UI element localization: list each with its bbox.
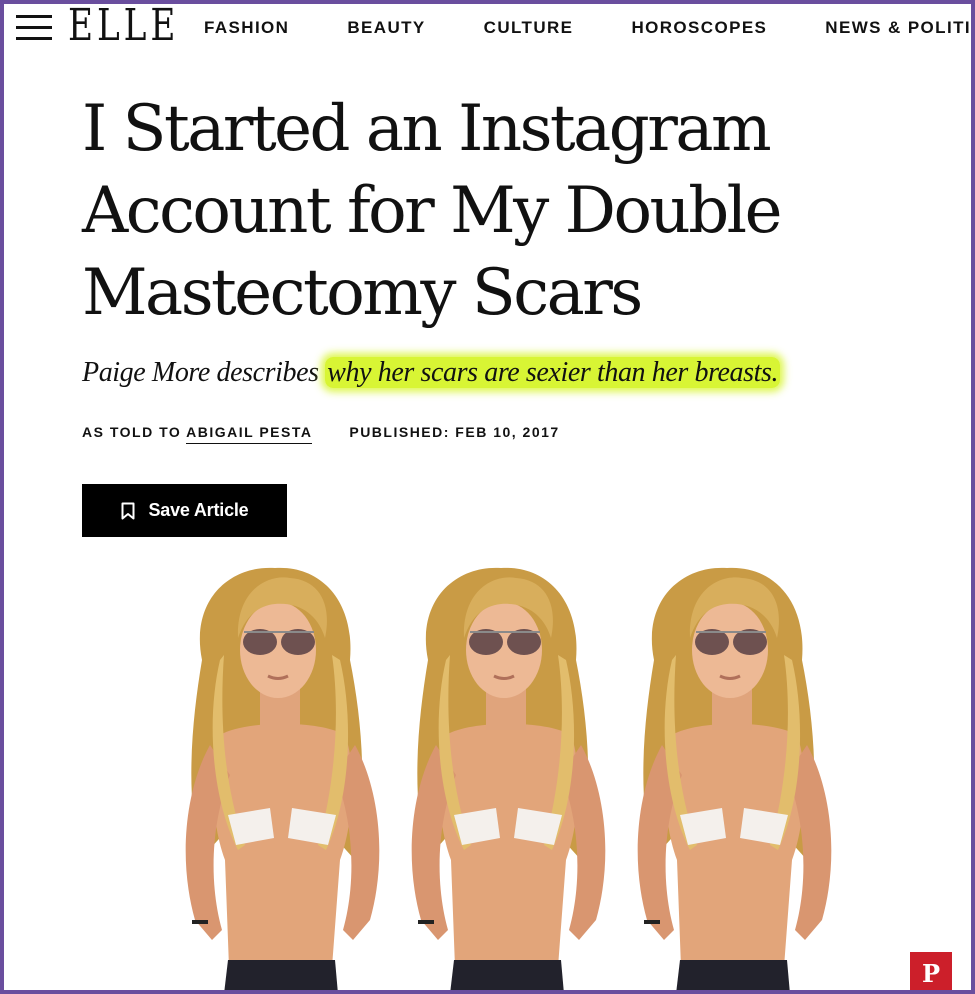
hero-image (184, 566, 833, 994)
nav-item-news-politics[interactable]: NEWS & POLITICS (825, 18, 975, 38)
nav-item-culture[interactable]: CULTURE (484, 18, 574, 38)
hamburger-menu-icon[interactable] (16, 13, 54, 43)
top-nav: ELLE FASHION BEAUTY CULTURE HOROSCOPES N… (0, 0, 975, 56)
nav-menu: FASHION BEAUTY CULTURE HOROSCOPES NEWS &… (204, 18, 975, 38)
article-headline: I Started an Instagram Account for My Do… (82, 92, 783, 330)
nav-item-beauty[interactable]: BEAUTY (347, 18, 425, 38)
bookmark-icon (121, 502, 134, 519)
dek-highlight: why her scars are sexier than her breast… (325, 357, 781, 388)
nav-item-fashion[interactable]: FASHION (204, 18, 289, 38)
author-link[interactable]: ABIGAIL PESTA (186, 424, 312, 444)
nav-item-horoscopes[interactable]: HOROSCOPES (631, 18, 767, 38)
article-dek: Paige More describes why her scars are s… (82, 354, 781, 392)
pinterest-share-button[interactable]: P (910, 952, 952, 994)
save-article-label: Save Article (148, 500, 249, 520)
byline: AS TOLD TO ABIGAIL PESTA PUBLISHED: FEB … (82, 424, 560, 444)
publish-date: PUBLISHED: FEB 10, 2017 (349, 424, 560, 440)
dek-text: Paige More describes (82, 357, 326, 388)
pinterest-icon: P (921, 958, 941, 988)
byline-prefix: AS TOLD TO (82, 424, 182, 440)
elle-logo[interactable]: ELLE (68, 2, 179, 50)
save-article-button[interactable]: Save Article (82, 484, 287, 537)
